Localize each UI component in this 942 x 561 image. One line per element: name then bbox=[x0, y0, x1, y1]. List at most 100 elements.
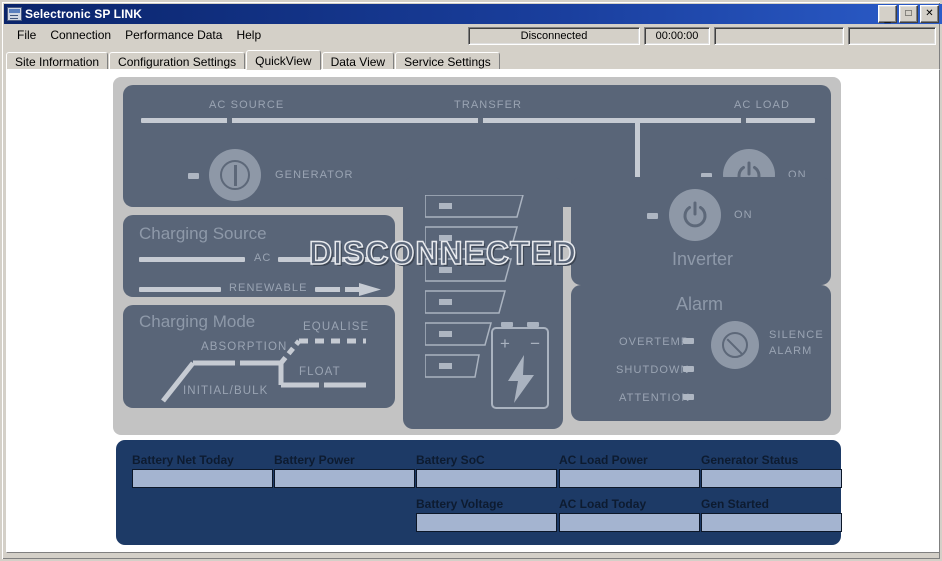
shutdown-label: SHUTDOWN bbox=[616, 364, 690, 376]
readout-value[interactable] bbox=[274, 469, 415, 488]
battery-segment-5 bbox=[425, 226, 518, 250]
tab-quickview[interactable]: QuickView bbox=[246, 50, 321, 70]
readout-value[interactable] bbox=[416, 513, 557, 532]
ac-source-flow-notch bbox=[227, 118, 232, 123]
overtemp-led bbox=[683, 338, 694, 344]
readout-label: Battery SoC bbox=[416, 453, 485, 467]
close-icon: ✕ bbox=[925, 8, 934, 19]
quickview-page: AC SOURCE TRANSFER AC LOAD GENERATOR ON … bbox=[6, 69, 940, 553]
inverter-on-label: ON bbox=[734, 209, 753, 221]
initial-bulk-label: INITIAL/BULK bbox=[183, 385, 269, 397]
renewable-label: RENEWABLE bbox=[229, 282, 308, 294]
readout-ac-load-today: AC Load Today bbox=[559, 497, 700, 532]
battery-status-panel: + − bbox=[403, 177, 563, 429]
tab-data-view[interactable]: Data View bbox=[321, 52, 395, 70]
battery-negative-terminal bbox=[527, 322, 539, 327]
battery-minus-sign: − bbox=[530, 334, 540, 353]
alarm-title: Alarm bbox=[676, 294, 724, 314]
readout-battery-voltage: Battery Voltage bbox=[416, 497, 557, 532]
readout-label: AC Load Power bbox=[559, 453, 648, 467]
tab-configuration-settings[interactable]: Configuration Settings bbox=[109, 52, 246, 70]
renewable-arrow-icon bbox=[359, 283, 381, 296]
ac-source-label: AC SOURCE bbox=[209, 99, 285, 111]
inverter-power-button[interactable] bbox=[669, 189, 721, 241]
transfer-label: TRANSFER bbox=[454, 99, 523, 111]
maximize-button[interactable]: □ bbox=[899, 5, 918, 23]
battery-segment-2 bbox=[425, 322, 492, 346]
menu-item-file[interactable]: File bbox=[13, 26, 46, 44]
readout-value[interactable] bbox=[701, 513, 842, 532]
silence-alarm-label-line1: SILENCE bbox=[769, 329, 824, 341]
alarm-panel: Alarm OVERTEMP SHUTDOWN ATTENTION SILENC… bbox=[571, 285, 831, 421]
readout-label: Gen Started bbox=[701, 497, 770, 511]
close-button[interactable]: ✕ bbox=[920, 5, 939, 23]
readout-value[interactable] bbox=[701, 469, 842, 488]
renewable-line-left bbox=[139, 287, 221, 292]
readout-ac-load-power: AC Load Power bbox=[559, 453, 700, 488]
renewable-flow-notch bbox=[340, 287, 345, 292]
title-bar: Selectronic SP LINK _ □ ✕ bbox=[4, 4, 942, 24]
generator-power-button[interactable] bbox=[209, 149, 261, 201]
generator-power-icon bbox=[220, 160, 250, 190]
readout-value[interactable] bbox=[559, 513, 700, 532]
readout-label: Battery Net Today bbox=[132, 453, 234, 467]
ac-charge-label: AC bbox=[254, 252, 272, 264]
status-connection: Disconnected bbox=[468, 27, 640, 45]
tab-site-information[interactable]: Site Information bbox=[6, 52, 109, 70]
silence-alarm-icon bbox=[722, 332, 748, 358]
inverter-led bbox=[647, 213, 658, 219]
equalise-label: EQUALISE bbox=[303, 321, 370, 333]
status-bar: Disconnected 00:00:00 bbox=[468, 27, 938, 45]
application-window: Selectronic SP LINK _ □ ✕ File Connectio… bbox=[0, 0, 942, 561]
window-controls: _ □ ✕ bbox=[878, 5, 941, 24]
readout-panel: Battery Net Today Battery Power Battery … bbox=[116, 440, 842, 545]
readout-label: Battery Voltage bbox=[416, 497, 504, 511]
readout-gen-started: Gen Started bbox=[701, 497, 842, 532]
renewable-line-right bbox=[315, 287, 363, 292]
ac-load-flow-notch bbox=[741, 118, 746, 123]
menu-item-help[interactable]: Help bbox=[232, 26, 271, 44]
window-title: Selectronic SP LINK bbox=[25, 7, 143, 21]
readout-label: Generator Status bbox=[701, 453, 799, 467]
minimize-button[interactable]: _ bbox=[878, 5, 897, 24]
readout-value[interactable] bbox=[559, 469, 700, 488]
minimize-icon: _ bbox=[884, 12, 891, 24]
readout-battery-soc: Battery SoC bbox=[416, 453, 557, 488]
ac-charge-line-right bbox=[278, 257, 380, 262]
battery-plus-sign: + bbox=[500, 334, 510, 353]
float-label: FLOAT bbox=[299, 366, 341, 378]
readout-label: AC Load Today bbox=[559, 497, 647, 511]
battery-segment-4 bbox=[425, 258, 512, 282]
transfer-flow-notch bbox=[478, 118, 483, 123]
readout-battery-power: Battery Power bbox=[274, 453, 415, 488]
tab-strip: Site Information Configuration Settings … bbox=[6, 50, 940, 70]
menu-item-performance-data[interactable]: Performance Data bbox=[121, 26, 232, 44]
readout-value[interactable] bbox=[416, 469, 557, 488]
menu-bar: File Connection Performance Data Help bbox=[5, 25, 460, 45]
ac-load-label: AC LOAD bbox=[734, 99, 790, 111]
readout-value[interactable] bbox=[132, 469, 273, 488]
battery-positive-terminal bbox=[501, 322, 513, 327]
inverter-title: Inverter bbox=[672, 249, 734, 269]
attention-label: ATTENTION bbox=[619, 392, 691, 404]
absorption-label: ABSORPTION bbox=[201, 341, 288, 353]
generator-label: GENERATOR bbox=[275, 169, 354, 181]
silence-alarm-button[interactable] bbox=[711, 321, 759, 369]
silence-alarm-label-line2: ALARM bbox=[769, 345, 813, 357]
maximize-icon: □ bbox=[905, 8, 912, 19]
battery-segment-3 bbox=[425, 290, 506, 314]
readout-label: Battery Power bbox=[274, 453, 355, 467]
status-extra-panel-2 bbox=[848, 27, 936, 45]
charging-source-panel: Charging Source AC RENEWABLE bbox=[123, 215, 395, 297]
readout-battery-net-today: Battery Net Today bbox=[132, 453, 273, 488]
battery-icon: + − bbox=[491, 322, 549, 409]
charging-mode-panel: Charging Mode INITIAL/BULK ABSORPTION FL… bbox=[123, 305, 395, 408]
inverter-power-icon bbox=[683, 201, 707, 228]
status-timer: 00:00:00 bbox=[644, 27, 710, 45]
tab-service-settings[interactable]: Service Settings bbox=[395, 52, 500, 70]
ac-charge-line-left bbox=[139, 257, 245, 262]
menu-item-connection[interactable]: Connection bbox=[46, 26, 121, 44]
status-extra-panel-1 bbox=[714, 27, 844, 45]
overtemp-label: OVERTEMP bbox=[619, 336, 690, 348]
readout-generator-status: Generator Status bbox=[701, 453, 842, 488]
